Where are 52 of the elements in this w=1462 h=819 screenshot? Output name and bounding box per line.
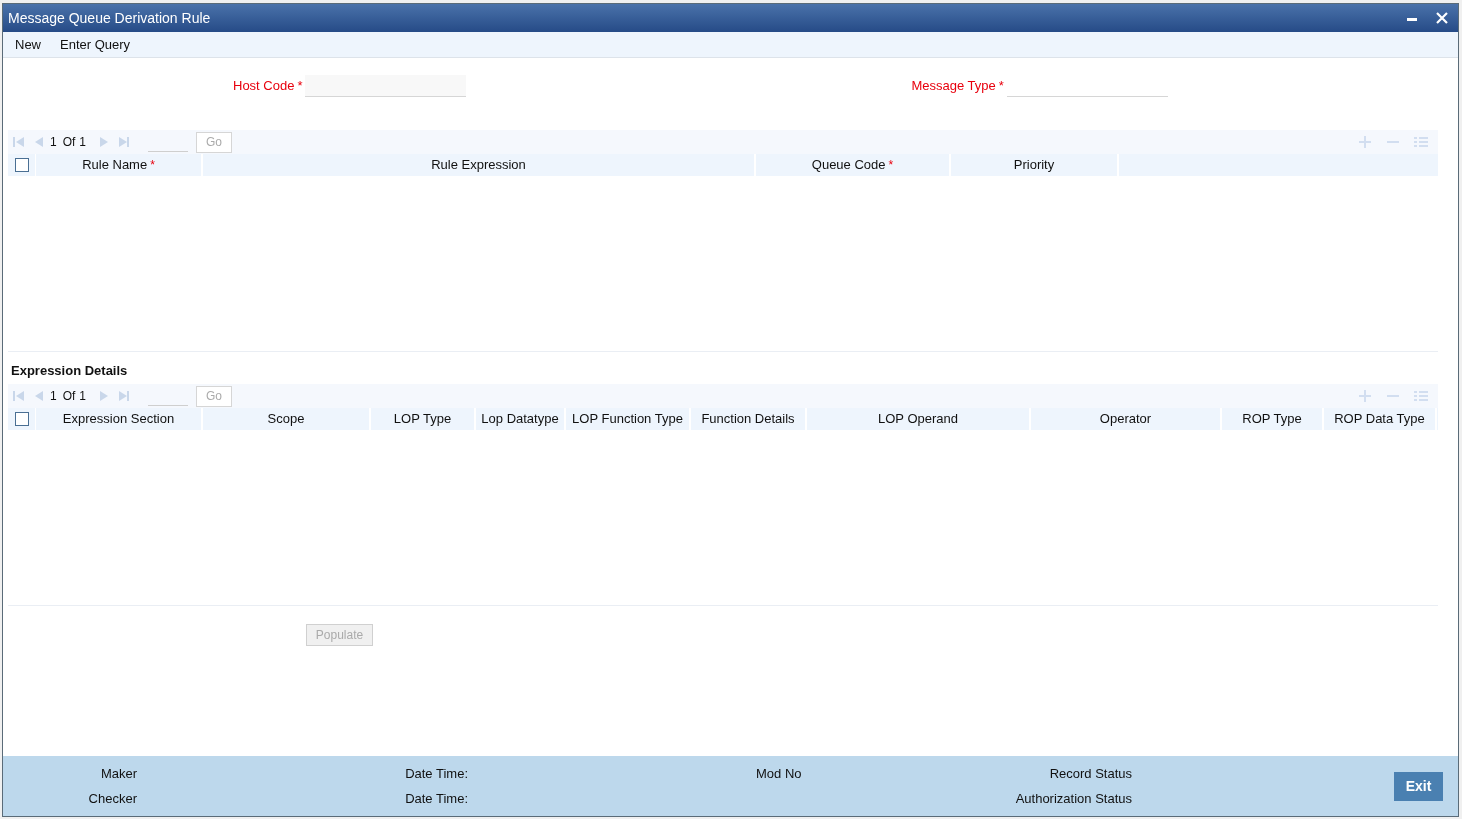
column-header[interactable]: Function Details	[701, 409, 795, 429]
column-header[interactable]: Lop Datatype	[481, 409, 559, 429]
column-header[interactable]: LOP Function Type	[572, 409, 683, 429]
required-marker: *	[150, 157, 155, 174]
window-title: Message Queue Derivation Rule	[8, 8, 212, 28]
first-page-icon[interactable]	[13, 136, 25, 148]
column-header[interactable]: Expression Section	[62, 409, 175, 429]
column-header[interactable]: Scope	[267, 409, 305, 429]
column-header[interactable]: Priority	[1013, 155, 1055, 175]
list-icon[interactable]	[1414, 390, 1428, 402]
add-icon[interactable]	[1359, 390, 1371, 402]
section-title: Expression Details	[11, 362, 128, 378]
column-header[interactable]: Queue Code	[811, 155, 886, 175]
column-header[interactable]: ROP Type	[1242, 409, 1302, 429]
previous-page-icon[interactable]	[33, 390, 45, 402]
footer-label: Mod No	[756, 765, 802, 781]
column-header[interactable]: Rule Expression	[431, 155, 526, 175]
column-header[interactable]: ROP Data Type	[1334, 409, 1425, 429]
text-input-field[interactable]	[305, 75, 467, 97]
page-of-label: Of	[62, 388, 76, 405]
column-header[interactable]: LOP Operand	[878, 409, 958, 429]
field-label: Host Code	[233, 77, 295, 96]
exit-button[interactable]: Exit	[1394, 771, 1443, 801]
required-marker: *	[297, 77, 303, 96]
footer-label: Authorization Status	[1015, 791, 1132, 806]
footer-label: Date Time:	[405, 791, 468, 806]
list-icon[interactable]	[1414, 136, 1428, 148]
first-page-icon[interactable]	[13, 390, 25, 402]
menu-item[interactable]: Enter Query	[60, 34, 131, 55]
menu-item[interactable]: New	[15, 34, 41, 55]
page-of-label: Of	[62, 134, 76, 151]
page-total: 1	[79, 134, 87, 151]
previous-page-icon[interactable]	[33, 136, 45, 148]
select-all-checkbox[interactable]	[14, 158, 29, 172]
footer-label: Record Status	[1049, 765, 1132, 781]
page-total: 1	[79, 388, 87, 405]
column-header[interactable]: Rule Name	[82, 155, 148, 175]
last-page-icon[interactable]	[118, 390, 131, 402]
column-header[interactable]: LOP Type	[393, 409, 452, 429]
page-number: 1	[50, 134, 57, 151]
footer-label: Checker	[88, 791, 137, 806]
field-label: Message Type	[911, 77, 996, 96]
add-icon[interactable]	[1359, 136, 1371, 148]
required-marker: *	[998, 77, 1004, 96]
required-marker: *	[888, 157, 894, 174]
footer-label: Maker	[100, 765, 137, 781]
close-icon[interactable]	[1436, 12, 1448, 24]
footer-label: Date Time:	[405, 765, 468, 781]
select-all-checkbox[interactable]	[14, 412, 29, 426]
column-header[interactable]: Operator	[1099, 409, 1152, 429]
last-page-icon[interactable]	[118, 136, 131, 148]
page-number: 1	[50, 388, 57, 405]
